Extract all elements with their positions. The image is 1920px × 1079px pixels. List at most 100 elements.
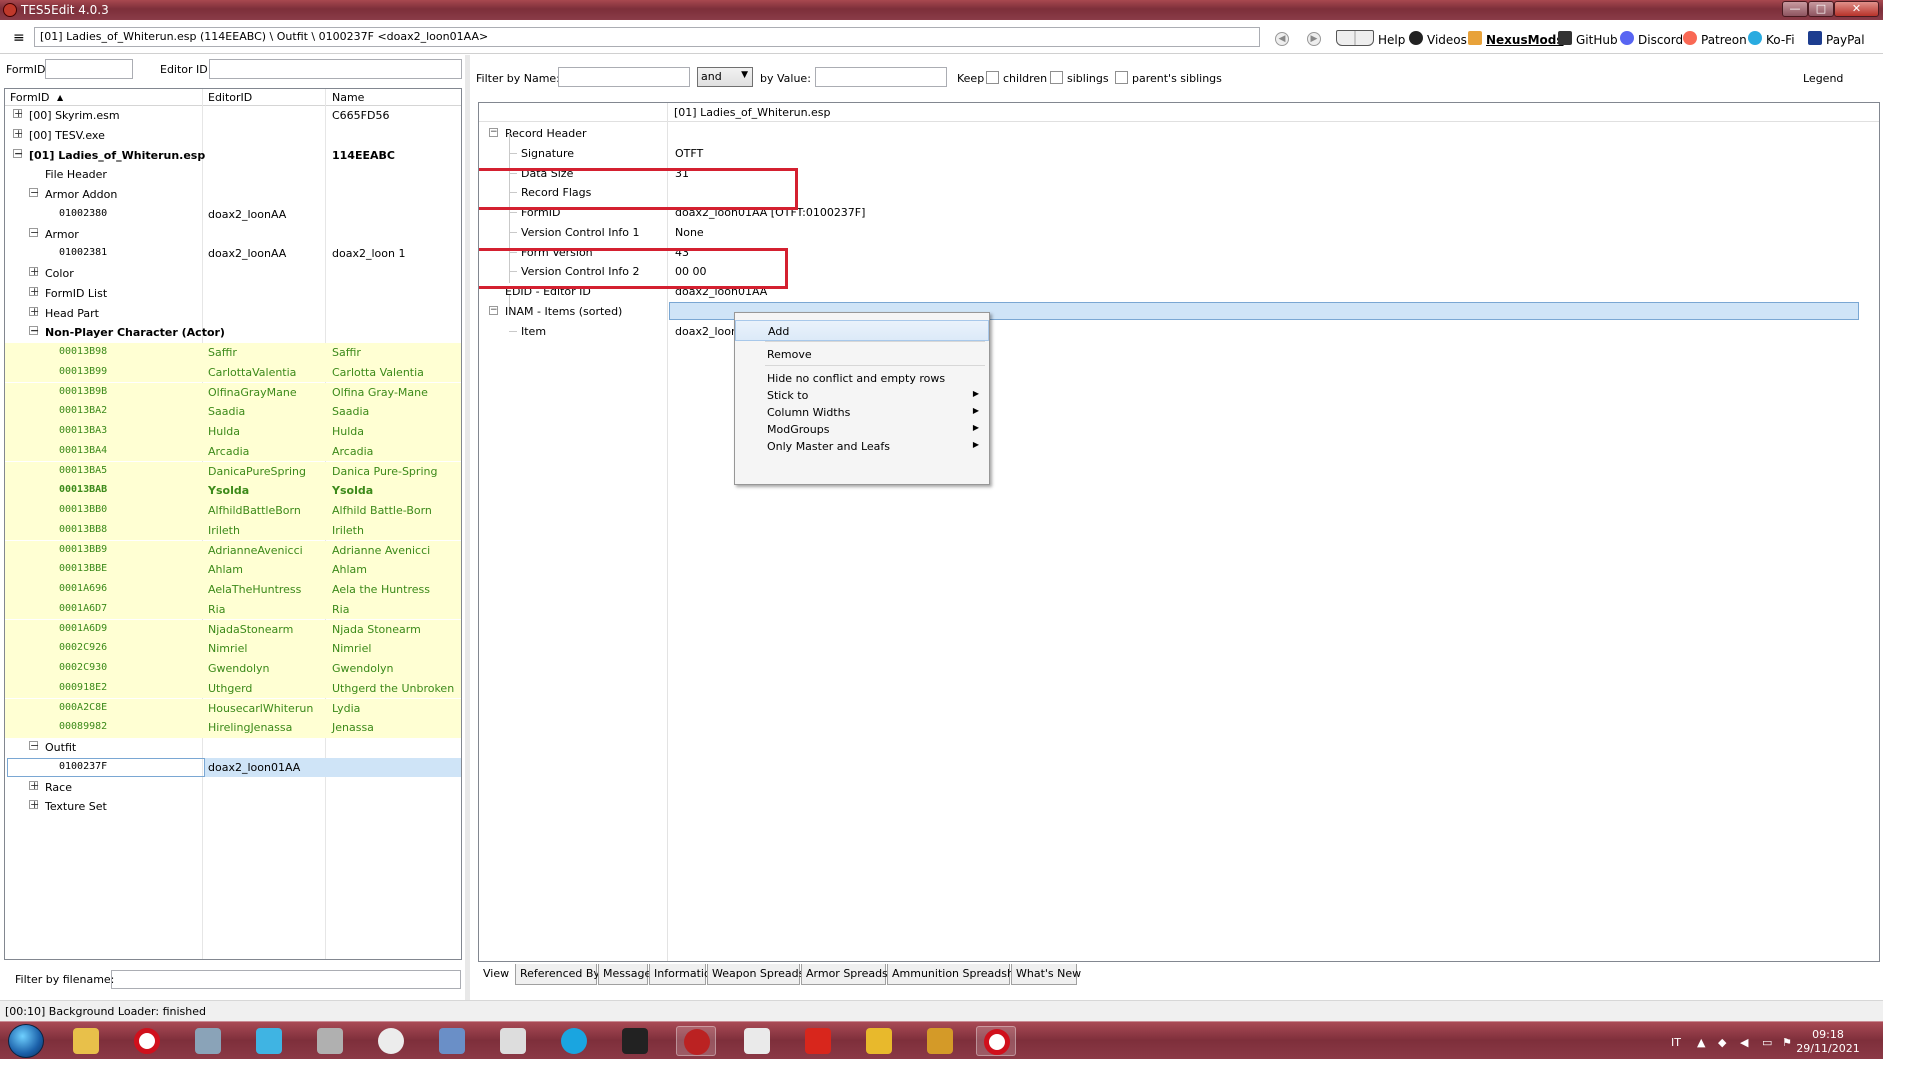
display-icon[interactable]: ▭	[1762, 1036, 1772, 1049]
filter-by-name-input[interactable]	[558, 67, 690, 87]
record-tree[interactable]: FormID ▲ EditorID Name + [00] Skyrim.esm C…	[4, 88, 462, 960]
record-row[interactable]: Version Control Info 1 None	[479, 222, 1879, 242]
npc-row[interactable]: 0002C930 Gwendolyn Gwendolyn	[5, 659, 461, 679]
volume-icon[interactable]: ◀	[1740, 1036, 1748, 1049]
npc-row[interactable]: 0001A6D7 Ria Ria	[5, 599, 461, 620]
record-row[interactable]: − Record Header	[479, 123, 1879, 143]
taskbar-explorer[interactable]	[66, 1026, 106, 1056]
flag-icon[interactable]: ⚑	[1782, 1036, 1792, 1049]
npc-row[interactable]: 00013BB0 AlfhildBattleBorn Alfhild Battle-…	[5, 501, 461, 521]
taskbar-ffdec[interactable]	[371, 1026, 411, 1056]
expand-icon[interactable]: +	[29, 286, 39, 297]
tree-row[interactable]: + FormID List	[5, 284, 461, 304]
collapse-icon[interactable]: −	[29, 325, 39, 336]
record-row[interactable]: Signature OTFT	[479, 143, 1879, 163]
children-checkbox[interactable]	[986, 71, 999, 84]
tab-referenced-by-1[interactable]: Referenced By (1)	[515, 964, 619, 985]
taskbar-tes5edit[interactable]	[676, 1026, 716, 1056]
tree-row[interactable]: + Texture Set	[5, 797, 461, 817]
npc-row[interactable]: 000A2C8E HousecarlWhiterun Lydia	[5, 698, 461, 719]
npc-row[interactable]: 0001A6D9 NjadaStonearm Njada Stonearm	[5, 619, 461, 640]
taskbar-opera[interactable]	[127, 1026, 167, 1056]
taskbar-opera-2[interactable]	[976, 1026, 1016, 1056]
expand-icon[interactable]: +	[29, 266, 39, 277]
expand-icon[interactable]: +	[29, 306, 39, 317]
npc-row[interactable]: 00013BA4 Arcadia Arcadia	[5, 441, 461, 462]
taskbar-window[interactable]	[737, 1026, 777, 1056]
expand-icon[interactable]: +	[13, 128, 23, 139]
patreon-link[interactable]: Patreon	[1701, 33, 1747, 47]
npc-row[interactable]: 00089982 HirelingJenassa Jenassa	[5, 718, 461, 738]
tree-row[interactable]: 0100237F doax2_loon01AA	[5, 757, 461, 778]
record-row[interactable]: − INAM - Items (sorted)	[479, 301, 1879, 321]
start-button[interactable]	[8, 1024, 44, 1058]
collapse-icon[interactable]: −	[489, 305, 498, 315]
taskbar-f-app[interactable]	[798, 1026, 838, 1056]
taskbar-audio[interactable]	[310, 1026, 350, 1056]
tree-row[interactable]: − Outfit	[5, 738, 461, 758]
nexusmods-link[interactable]: NexusMods	[1486, 33, 1564, 47]
npc-row[interactable]: 00013BA2 Saadia Saadia	[5, 402, 461, 422]
tray-expand-icon[interactable]: ▲	[1697, 1036, 1705, 1049]
collapse-icon[interactable]: −	[29, 227, 39, 238]
paypal-link[interactable]: PayPal	[1826, 33, 1865, 47]
network-icon[interactable]: ◆	[1718, 1036, 1726, 1049]
tree-row[interactable]: + Head Part	[5, 304, 461, 324]
siblings-checkbox[interactable]	[1050, 71, 1063, 84]
legend-button[interactable]: Legend	[1803, 72, 1843, 85]
npc-row[interactable]: 00013BAB Ysolda Ysolda	[5, 481, 461, 501]
npc-row[interactable]: 00013BA5 DanicaPureSpring Danica Pure-Spri…	[5, 461, 461, 482]
collapse-icon[interactable]: −	[29, 187, 39, 198]
npc-row[interactable]: 00013B9B OlfinaGrayMane Olfina Gray-Mane	[5, 382, 461, 403]
taskbar-arrow-app[interactable]	[920, 1026, 960, 1056]
help-link[interactable]: Help	[1378, 33, 1405, 47]
clock[interactable]: 09:18 29/11/2021	[1795, 1028, 1861, 1056]
tree-row[interactable]: File Header	[5, 165, 461, 185]
filter-by-filename-input[interactable]	[111, 970, 461, 989]
discord-link[interactable]: Discord	[1638, 33, 1683, 47]
taskbar-skype[interactable]	[554, 1026, 594, 1056]
github-link[interactable]: GitHub	[1576, 33, 1618, 47]
tree-row[interactable]: + Race	[5, 778, 461, 798]
menu-item-add[interactable]: Add	[735, 320, 989, 341]
npc-row[interactable]: 00013BB9 AdrianneAvenicci Adrianne Avenicc…	[5, 540, 461, 561]
forward-icon[interactable]: ▶	[1307, 32, 1321, 46]
videos-link[interactable]: Videos	[1427, 33, 1467, 47]
main-menu-icon[interactable]: ≡	[13, 30, 25, 46]
expand-icon[interactable]: +	[13, 108, 23, 119]
record-path-field[interactable]: [01] Ladies_of_Whiterun.esp (114EEABC) \…	[34, 27, 1260, 47]
book-icon[interactable]	[1336, 30, 1374, 46]
editorid-filter-input[interactable]	[209, 59, 462, 79]
taskbar-mo[interactable]	[615, 1026, 655, 1056]
maximize-button[interactable]: □	[1808, 1, 1834, 17]
tab-information[interactable]: Information	[649, 964, 718, 985]
taskbar-editor[interactable]	[432, 1026, 472, 1056]
npc-row[interactable]: 00013BBE Ahlam Ahlam	[5, 560, 461, 580]
parents-siblings-checkbox[interactable]	[1115, 71, 1128, 84]
filter-by-value-input[interactable]	[815, 67, 947, 87]
expand-icon[interactable]: +	[29, 780, 39, 791]
tab-view[interactable]: View	[478, 964, 514, 985]
collapse-icon[interactable]: −	[13, 148, 23, 159]
tree-row[interactable]: − Armor Addon	[5, 185, 461, 205]
tree-row[interactable]: + Color	[5, 264, 461, 284]
npc-row[interactable]: 00013BB8 Irileth Irileth	[5, 520, 461, 541]
taskbar-music[interactable]	[249, 1026, 289, 1056]
tab-armor-spreadsheet[interactable]: Armor Spreadsheet	[801, 964, 913, 985]
minimize-button[interactable]: —	[1782, 1, 1808, 17]
column-formid[interactable]: FormID	[10, 91, 49, 104]
column-name[interactable]: Name	[332, 91, 364, 104]
formid-filter-input[interactable]	[45, 59, 133, 79]
collapse-icon[interactable]: −	[489, 128, 498, 137]
record-view[interactable]: [01] Ladies_of_Whiterun.esp − Record Head…	[478, 102, 1880, 962]
tree-row[interactable]: 01002380 doax2_loonAA	[5, 205, 461, 225]
npc-row[interactable]: 000918E2 Uthgerd Uthgerd the Unbroken	[5, 678, 461, 699]
menu-item-only-master-and-leafs[interactable]: Only Master and Leafs ▶	[735, 436, 989, 457]
tab-weapon-spreadsheet[interactable]: Weapon Spreadsheet	[707, 964, 829, 985]
tab-messages[interactable]: Messages	[598, 964, 657, 985]
taskbar-chart-app[interactable]	[859, 1026, 899, 1056]
tab-what-s-new[interactable]: What's New	[1011, 964, 1081, 985]
tree-row[interactable]: + [00] Skyrim.esm C665FD56	[5, 106, 461, 126]
input-language[interactable]: IT	[1671, 1036, 1681, 1049]
logic-operator-select[interactable]: and ▼	[697, 67, 753, 87]
